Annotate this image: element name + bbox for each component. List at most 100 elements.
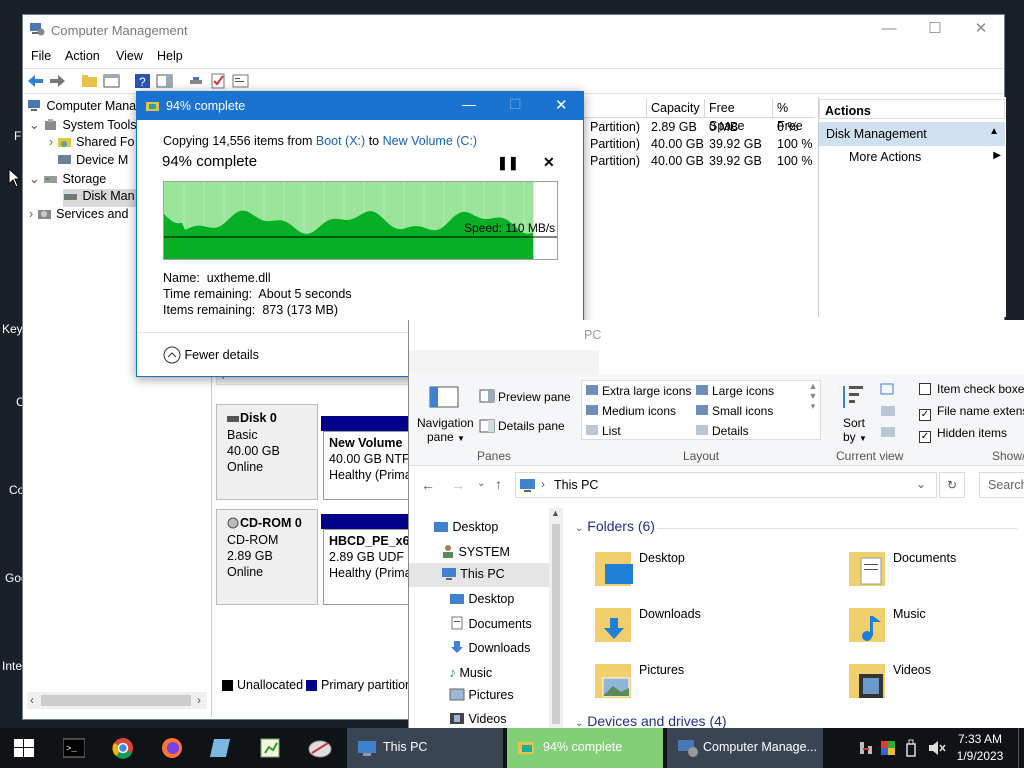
checkbox[interactable]: [919, 383, 931, 395]
tree-item-shared-folders[interactable]: › Shared Fo: [49, 135, 135, 153]
folder-downloads[interactable]: Downloads: [593, 604, 701, 646]
layout-small-icons[interactable]: Small icons: [696, 404, 773, 418]
column-percent-free[interactable]: % Free: [772, 99, 815, 133]
tree-item-services[interactable]: › Services and: [29, 207, 128, 225]
folder-documents[interactable]: Documents: [847, 548, 956, 590]
properties-icon[interactable]: [232, 73, 249, 89]
scrollbar-thumb[interactable]: [552, 524, 560, 724]
tree-item-root[interactable]: Computer Mana: [27, 99, 136, 117]
volume-muted-icon[interactable]: [928, 740, 946, 756]
menu-view[interactable]: View: [116, 49, 143, 63]
display-settings-icon[interactable]: [880, 740, 896, 756]
file-name-extensions-option[interactable]: ✓ File name extens: [919, 404, 1024, 421]
chevron-down-icon[interactable]: ⌄: [29, 118, 39, 132]
pause-button[interactable]: ❚❚: [497, 155, 519, 171]
scroll-up-icon[interactable]: ▲: [551, 508, 560, 518]
help-icon[interactable]: ?: [134, 73, 151, 89]
show-desktop-button[interactable]: [1018, 728, 1024, 768]
layout-medium-icons[interactable]: Medium icons: [586, 404, 676, 418]
layout-details[interactable]: Details: [696, 424, 749, 438]
chevron-down-icon[interactable]: ⌄: [29, 172, 39, 186]
refresh-button[interactable]: ↻: [939, 472, 965, 498]
chevron-down-icon[interactable]: ⌄: [575, 523, 583, 534]
folder-music[interactable]: Music: [847, 604, 926, 646]
nav-item-music[interactable]: ♪ Music: [449, 664, 492, 680]
folder-videos[interactable]: Videos: [847, 660, 931, 702]
destination-link[interactable]: New Volume (C:): [383, 134, 477, 148]
hidden-items-option[interactable]: ✓ Hidden items: [919, 426, 1007, 443]
menu-help[interactable]: Help: [157, 49, 183, 63]
folders-group-header[interactable]: ⌄ Folders (6): [575, 518, 655, 534]
column-capacity[interactable]: Capacity: [646, 99, 704, 118]
address-bar[interactable]: › This PC ⌄: [515, 472, 937, 498]
show-action-pane-icon[interactable]: [156, 73, 173, 89]
nav-item-desktop-sub[interactable]: Desktop: [449, 592, 514, 606]
checkbox-checked[interactable]: ✓: [919, 409, 931, 421]
collapse-up-icon[interactable]: ▲: [989, 126, 999, 137]
connect-icon[interactable]: [188, 73, 205, 89]
chevron-right-icon[interactable]: ›: [49, 153, 53, 167]
back-arrow-icon[interactable]: [27, 73, 44, 89]
sort-by-button[interactable]: by ▼: [843, 430, 867, 444]
scrollbar-thumb[interactable]: [41, 695, 191, 706]
firefox-icon[interactable]: [161, 737, 183, 759]
navigation-pane-icon[interactable]: [429, 386, 459, 408]
fewer-details-toggle[interactable]: Fewer details: [163, 346, 259, 364]
sort-icon[interactable]: [839, 382, 867, 412]
minimize-button[interactable]: —: [866, 15, 912, 45]
chevron-right-icon[interactable]: ›: [29, 207, 33, 221]
nav-item-pictures[interactable]: Pictures: [449, 688, 514, 702]
nav-item-this-pc[interactable]: This PC: [409, 563, 549, 587]
folder-pictures[interactable]: Pictures: [593, 660, 684, 702]
folder-desktop[interactable]: Desktop: [593, 548, 685, 590]
layout-list[interactable]: List: [586, 424, 621, 438]
layout-extra-large-icons[interactable]: Extra large icons: [586, 384, 691, 398]
notepad-icon[interactable]: [210, 737, 232, 759]
volume-new-volume[interactable]: New Volume 40.00 GB NTFS Healthy (Prima: [323, 431, 418, 500]
devices-group-header[interactable]: ⌄ Devices and drives (4): [575, 713, 727, 729]
search-input[interactable]: Search: [979, 472, 1024, 498]
network-config-icon[interactable]: [858, 740, 874, 756]
chrome-icon[interactable]: [112, 737, 134, 759]
navigation-pane-button-line2[interactable]: pane ▼: [427, 430, 465, 444]
breadcrumb[interactable]: This PC: [554, 478, 598, 492]
nav-item-system[interactable]: SYSTEM: [441, 544, 510, 559]
preview-pane-button[interactable]: Preview pane: [498, 390, 571, 404]
tree-item-storage[interactable]: ⌄ Storage: [29, 171, 106, 189]
nav-item-desktop[interactable]: Desktop: [433, 520, 498, 534]
clock[interactable]: 7:33 AM 1/9/2023: [950, 732, 1010, 763]
checklist-icon[interactable]: [210, 73, 227, 89]
show-hide-tree-icon[interactable]: [103, 73, 120, 89]
item-check-boxes-option[interactable]: Item check boxes: [919, 382, 1024, 396]
back-arrow-icon[interactable]: ←: [421, 477, 435, 493]
forward-arrow-icon[interactable]: →: [451, 477, 465, 493]
usb-device-icon[interactable]: [905, 738, 917, 758]
scroll-right-icon[interactable]: ›: [197, 693, 201, 707]
checkbox-checked[interactable]: ✓: [919, 431, 931, 443]
scroll-left-icon[interactable]: ‹: [30, 693, 34, 707]
column-free-space[interactable]: Free Space: [704, 99, 772, 133]
maximize-button[interactable]: ☐: [509, 96, 522, 113]
cdrom-0-label-box[interactable]: CD-ROM 0 CD-ROM 2.89 GB Online: [216, 509, 318, 605]
command-prompt-icon[interactable]: >_: [63, 738, 85, 758]
menu-action[interactable]: Action: [65, 49, 100, 63]
taskbar-item-this-pc[interactable]: This PC: [347, 728, 503, 768]
menu-file[interactable]: File: [31, 49, 51, 63]
chevron-up-circle-icon[interactable]: [163, 346, 181, 364]
close-button[interactable]: ✕: [958, 15, 1004, 45]
nav-scrollbar[interactable]: ▲: [549, 508, 563, 730]
more-actions-item[interactable]: More Actions ▶: [849, 150, 1005, 168]
spreadsheet-tool-icon[interactable]: [259, 737, 281, 759]
cancel-button[interactable]: ✕: [543, 154, 555, 171]
tree-item-device-manager[interactable]: › Device M: [49, 153, 128, 171]
navigation-pane-button[interactable]: Navigation: [417, 416, 474, 430]
sort-button[interactable]: Sort: [843, 416, 865, 430]
disk-utility-icon[interactable]: [308, 737, 332, 759]
maximize-button[interactable]: ☐: [912, 15, 958, 45]
taskbar-item-computer-management[interactable]: Computer Manage...: [667, 728, 823, 768]
volume-hbcd[interactable]: HBCD_PE_x64 2.89 GB UDF Healthy (Prima: [323, 529, 417, 605]
details-pane-button[interactable]: Details pane: [498, 419, 565, 433]
nav-item-downloads[interactable]: Downloads: [449, 640, 530, 655]
address-dropdown-icon[interactable]: ⌄: [916, 477, 926, 491]
nav-item-videos[interactable]: Videos: [449, 712, 506, 726]
